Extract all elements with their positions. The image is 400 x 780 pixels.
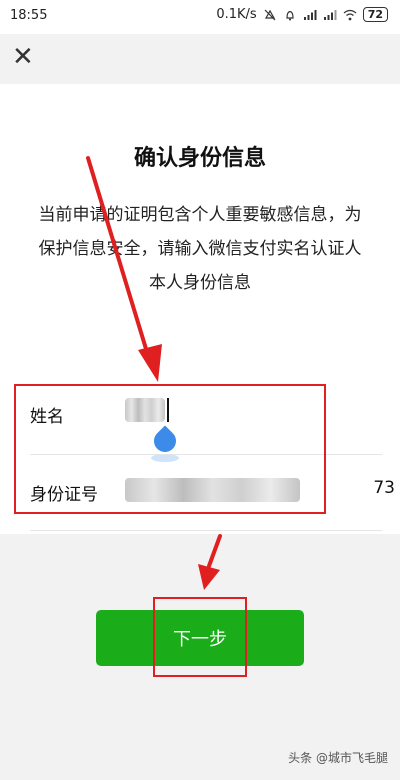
annotation-arrows <box>86 156 222 590</box>
arrow-to-button <box>198 534 222 590</box>
arrow-to-fields <box>86 156 162 382</box>
